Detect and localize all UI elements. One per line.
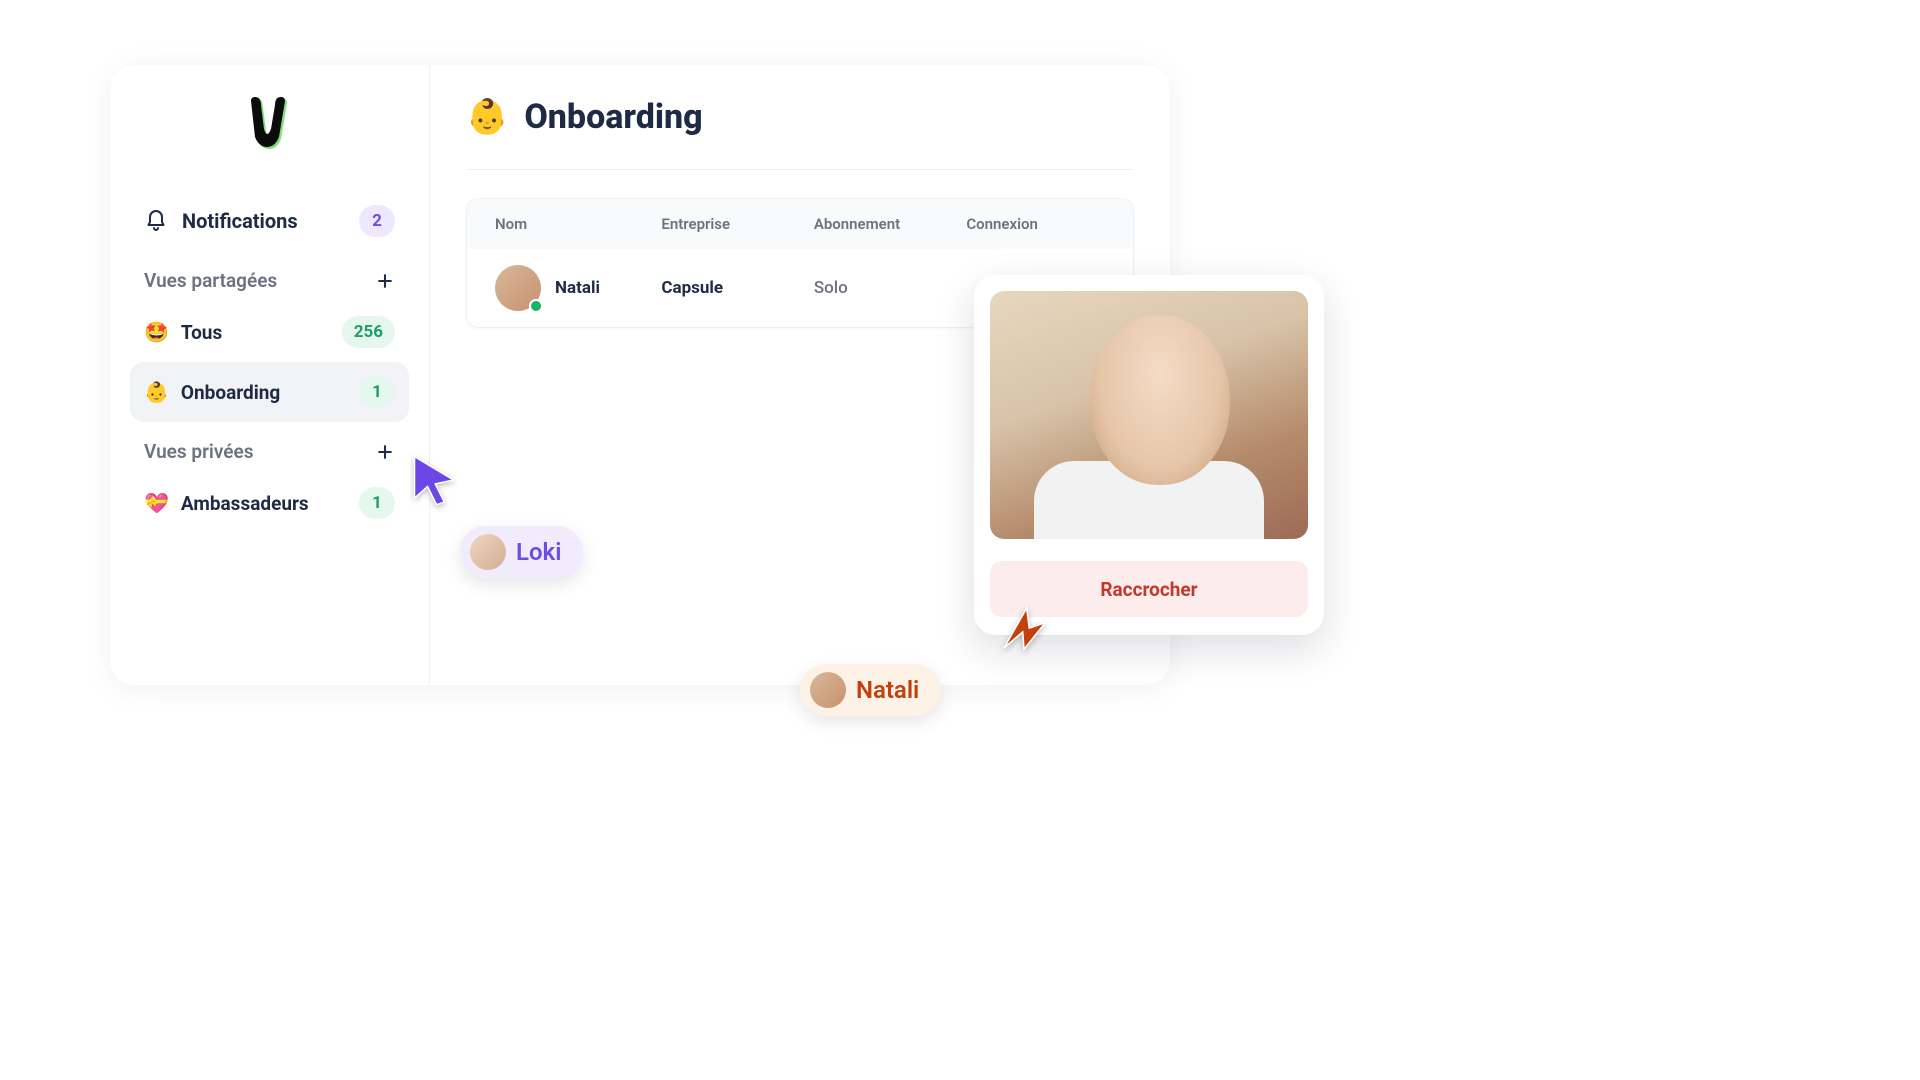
plus-icon[interactable] xyxy=(375,271,395,291)
count-badge: 256 xyxy=(342,316,395,348)
logo-icon xyxy=(239,93,301,155)
presence-tag-label: Natali xyxy=(856,676,919,704)
avatar xyxy=(470,534,506,570)
avatar xyxy=(810,672,846,708)
page-title-emoji-icon: 👶 xyxy=(466,97,508,137)
notifications-badge: 2 xyxy=(359,205,395,237)
th-company: Entreprise xyxy=(661,215,814,233)
bell-icon xyxy=(144,209,168,233)
sidebar-item-ambassadeurs[interactable]: 💝 Ambassadeurs 1 xyxy=(130,473,409,533)
section-private-label: Vues privées xyxy=(144,440,253,463)
presence-tag-natali: Natali xyxy=(800,664,941,716)
section-shared-header: Vues partagées xyxy=(130,251,409,302)
nav-notifications[interactable]: Notifications 2 xyxy=(130,191,409,251)
avatar xyxy=(495,265,541,311)
page-title-text: Onboarding xyxy=(524,97,702,137)
emoji-icon: 💝 xyxy=(144,491,169,515)
count-badge: 1 xyxy=(359,376,395,408)
th-plan: Abonnement xyxy=(814,215,967,233)
sidebar-item-label: Ambassadeurs xyxy=(181,492,309,515)
sidebar-item-label: Tous xyxy=(181,321,222,344)
presence-online-icon xyxy=(529,299,543,313)
sidebar-item-label: Onboarding xyxy=(181,381,280,404)
cell-plan: Solo xyxy=(814,278,967,298)
th-name: Nom xyxy=(495,215,661,233)
sidebar-item-onboarding[interactable]: 👶 Onboarding 1 xyxy=(130,362,409,422)
presence-tag-label: Loki xyxy=(516,538,561,566)
call-panel: Raccrocher xyxy=(974,275,1324,635)
hangup-button[interactable]: Raccrocher xyxy=(990,561,1308,617)
table-header: Nom Entreprise Abonnement Connexion xyxy=(467,199,1133,249)
nav-notifications-label: Notifications xyxy=(182,209,298,233)
emoji-icon: 🤩 xyxy=(144,320,169,344)
sidebar-item-tous[interactable]: 🤩 Tous 256 xyxy=(130,302,409,362)
page-title: 👶 Onboarding xyxy=(466,97,1134,170)
presence-tag-loki: Loki xyxy=(460,526,583,578)
count-badge: 1 xyxy=(359,487,395,519)
sidebar: Notifications 2 Vues partagées 🤩 Tous 25… xyxy=(110,65,430,685)
emoji-icon: 👶 xyxy=(144,380,169,404)
plus-icon[interactable] xyxy=(375,442,395,462)
th-login: Connexion xyxy=(966,215,1105,233)
section-shared-label: Vues partagées xyxy=(144,269,277,292)
section-private-header: Vues privées xyxy=(130,422,409,473)
call-video xyxy=(990,291,1308,539)
app-logo xyxy=(130,93,409,155)
cell-company: Capsule xyxy=(661,278,814,298)
cell-name: Natali xyxy=(555,278,600,298)
